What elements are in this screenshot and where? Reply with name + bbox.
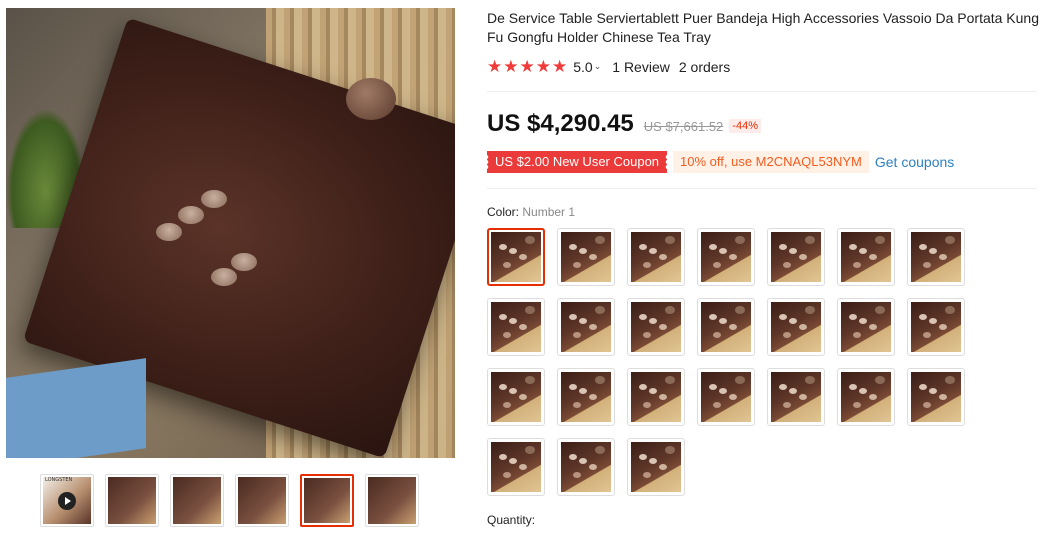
color-swatch[interactable] — [487, 298, 545, 356]
color-swatch-image — [911, 302, 961, 352]
new-user-coupon[interactable]: US $2.00 New User Coupon — [485, 151, 669, 173]
color-swatch[interactable] — [907, 368, 965, 426]
color-swatch[interactable] — [907, 298, 965, 356]
color-swatch[interactable] — [697, 298, 755, 356]
color-swatch[interactable] — [557, 298, 615, 356]
color-label: Color: Number 1 — [487, 205, 575, 219]
color-swatch-image — [561, 372, 611, 422]
product-thumbnail[interactable]: LONGSTEN — [40, 474, 94, 527]
rating-row: ★ ★ ★ ★ ★ 5.0 ⌄ 1 Review 2 orders — [487, 58, 730, 75]
color-swatch[interactable] — [837, 368, 895, 426]
product-thumbnail[interactable] — [170, 474, 224, 527]
color-swatch-image — [631, 232, 681, 282]
coupon-code-offer[interactable]: 10% off, use M2CNAQL53NYM — [673, 151, 869, 173]
color-swatch-image — [631, 302, 681, 352]
tea-cup-image — [231, 253, 257, 271]
thumbnail-image — [173, 477, 221, 524]
thumbnail-strip: LONGSTEN — [40, 474, 419, 527]
color-swatch[interactable] — [487, 438, 545, 496]
color-swatch-image — [911, 232, 961, 282]
rating-value[interactable]: 5.0 — [573, 59, 592, 75]
color-label-text: Color: — [487, 205, 520, 219]
color-swatch[interactable] — [907, 228, 965, 286]
color-swatch[interactable] — [837, 298, 895, 356]
color-swatch[interactable] — [697, 228, 755, 286]
color-swatch[interactable] — [627, 298, 685, 356]
color-swatch-image — [911, 372, 961, 422]
main-product-image[interactable] — [6, 8, 455, 458]
product-thumbnail[interactable] — [105, 474, 159, 527]
divider — [487, 188, 1037, 189]
color-swatch-image — [491, 442, 541, 492]
color-swatch[interactable] — [627, 368, 685, 426]
color-swatch[interactable] — [767, 368, 825, 426]
color-swatch-image — [701, 302, 751, 352]
orders-count: 2 orders — [678, 58, 731, 75]
color-swatch-image — [491, 302, 541, 352]
thumbnail-image — [368, 477, 416, 524]
original-price: US $7,661.52 — [643, 119, 724, 134]
color-swatch-grid — [487, 228, 965, 496]
play-icon[interactable] — [58, 492, 76, 510]
video-thumbnail-label: LONGSTEN — [45, 477, 73, 483]
get-coupons-link[interactable]: Get coupons — [875, 154, 954, 170]
star-icon: ★ — [552, 57, 568, 76]
color-swatch-image — [701, 372, 751, 422]
color-swatch[interactable] — [767, 228, 825, 286]
coupon-row: US $2.00 New User Coupon 10% off, use M2… — [485, 151, 954, 173]
tea-cup-image — [178, 206, 204, 224]
chevron-down-icon[interactable]: ⌄ — [594, 61, 602, 72]
color-swatch[interactable] — [767, 298, 825, 356]
color-swatch[interactable] — [837, 228, 895, 286]
color-swatch[interactable] — [487, 368, 545, 426]
price-row: US $4,290.45 US $7,661.52 -44% — [487, 110, 761, 138]
color-swatch-image — [701, 232, 751, 282]
color-swatch-image — [841, 232, 891, 282]
product-thumbnail[interactable] — [300, 474, 354, 527]
color-swatch-image — [491, 232, 541, 282]
teapot-image — [346, 78, 396, 120]
quantity-label: Quantity: — [487, 513, 536, 527]
thumbnail-image — [238, 477, 286, 524]
star-icon: ★ — [519, 57, 535, 76]
tea-cup-image — [211, 268, 237, 286]
product-thumbnail[interactable] — [365, 474, 419, 527]
color-swatch-image — [841, 372, 891, 422]
star-icon: ★ — [535, 57, 551, 76]
color-swatch-image — [841, 302, 891, 352]
color-swatch-image — [491, 372, 541, 422]
color-swatch[interactable] — [557, 368, 615, 426]
color-swatch[interactable] — [487, 228, 545, 286]
color-swatch-image — [561, 232, 611, 282]
star-icon: ★ — [487, 57, 503, 76]
discount-badge: -44% — [729, 119, 761, 133]
color-swatch[interactable] — [627, 228, 685, 286]
current-price: US $4,290.45 — [487, 110, 634, 137]
color-swatch[interactable] — [627, 438, 685, 496]
reviews-link[interactable]: 1 Review — [612, 59, 670, 75]
color-swatch-image — [631, 442, 681, 492]
tea-cup-image — [156, 223, 182, 241]
star-rating: ★ ★ ★ ★ ★ — [487, 58, 567, 75]
product-title: De Service Table Serviertablett Puer Ban… — [487, 10, 1040, 45]
color-swatch[interactable] — [557, 438, 615, 496]
divider — [487, 91, 1037, 92]
color-swatch-image — [771, 232, 821, 282]
product-thumbnail[interactable] — [235, 474, 289, 527]
star-icon: ★ — [503, 57, 519, 76]
thumbnail-image — [304, 478, 350, 523]
color-swatch[interactable] — [697, 368, 755, 426]
color-swatch-image — [631, 372, 681, 422]
color-swatch-image — [771, 372, 821, 422]
color-swatch-image — [561, 302, 611, 352]
color-swatch-image — [561, 442, 611, 492]
color-selected-value: Number 1 — [522, 205, 576, 219]
tea-cup-image — [201, 190, 227, 208]
color-swatch-image — [771, 302, 821, 352]
book-decoration — [6, 358, 146, 458]
color-swatch[interactable] — [557, 228, 615, 286]
thumbnail-image — [108, 477, 156, 524]
